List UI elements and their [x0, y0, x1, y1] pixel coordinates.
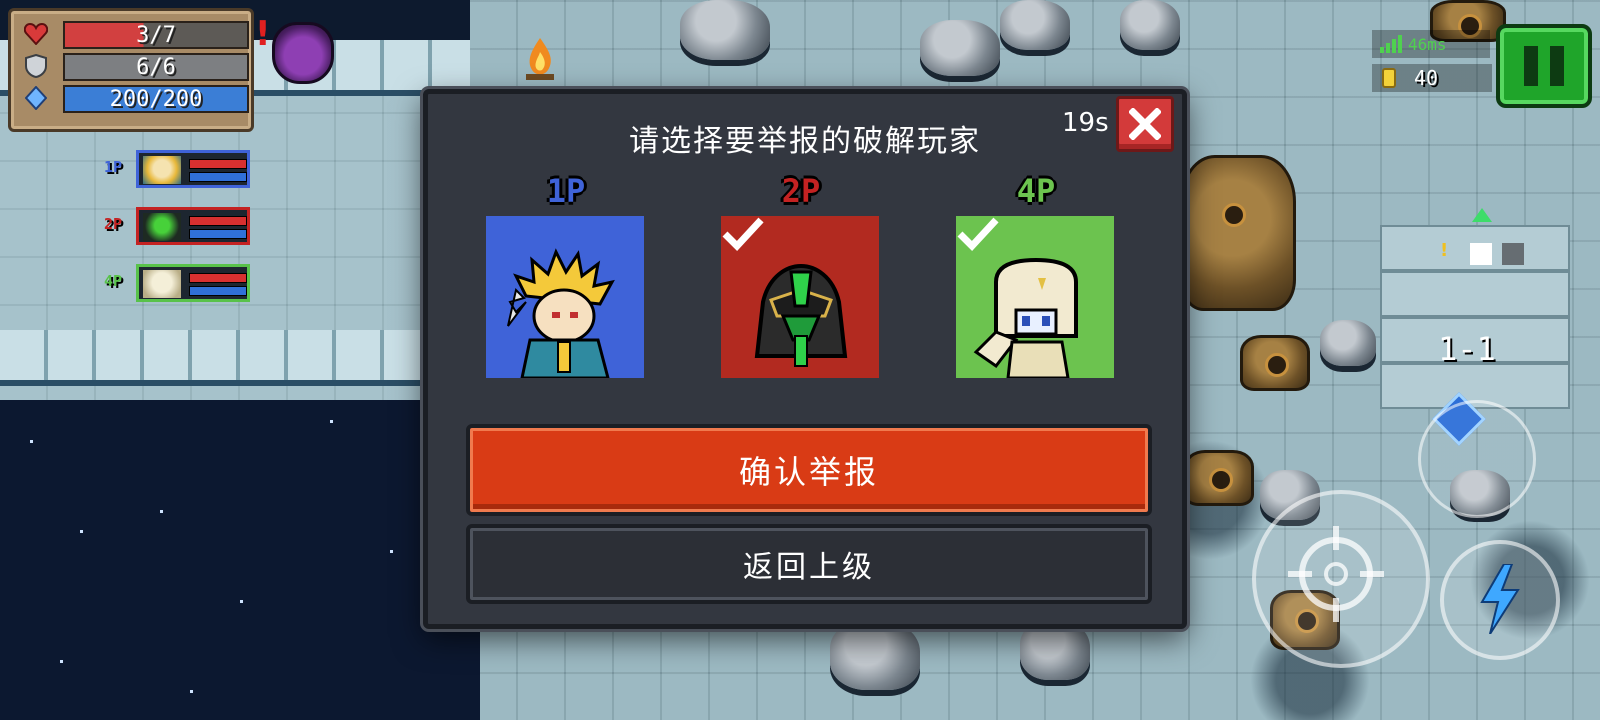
- rock-enemy: [1320, 320, 1376, 366]
- crosshair-icon: [1288, 526, 1384, 622]
- player-tag: 1P: [546, 172, 586, 210]
- player-card[interactable]: [956, 216, 1114, 378]
- check-icon: [957, 217, 999, 252]
- team-health-bar: [189, 216, 247, 226]
- skill-button[interactable]: [1440, 540, 1560, 660]
- space-void: [0, 400, 480, 720]
- rock-enemy: [1020, 620, 1090, 680]
- pause-button[interactable]: [1496, 24, 1592, 108]
- golem-enemy: [1184, 450, 1254, 506]
- team-tag: 1P: [104, 158, 123, 176]
- player-stats-panel: 3/7 6/6 200/200: [8, 8, 254, 132]
- team-tag: 4P: [104, 272, 123, 290]
- coin-counter: 40: [1372, 64, 1492, 92]
- team-tag: 2P: [104, 215, 123, 233]
- rock-enemy: [1120, 0, 1180, 50]
- back-button[interactable]: 返回上级: [466, 524, 1152, 604]
- ping-value: 46ms: [1408, 34, 1447, 54]
- pause-icon: [1524, 46, 1538, 86]
- coin-icon: [1382, 68, 1396, 88]
- team-health-bar: [189, 159, 247, 169]
- close-button[interactable]: [1116, 96, 1174, 152]
- coin-count: 40: [1414, 66, 1439, 90]
- energy-value: 200/200: [63, 85, 249, 113]
- rock-enemy: [920, 20, 1000, 76]
- shield-icon: [23, 53, 49, 79]
- player-card[interactable]: [486, 216, 644, 378]
- golem-enemy: [1180, 155, 1296, 311]
- armor-row: 6/6: [19, 53, 249, 81]
- close-icon: [1129, 108, 1161, 140]
- player-avatar: [143, 213, 181, 241]
- player-card[interactable]: [721, 216, 879, 378]
- rock-enemy: [830, 620, 920, 690]
- health-row: 3/7: [19, 21, 249, 49]
- alert-icon: !: [255, 14, 271, 54]
- team-health-bar: [189, 273, 247, 283]
- campfire-icon: [526, 38, 554, 80]
- energy-row: 200/200: [19, 85, 249, 113]
- confirm-report-button[interactable]: 确认举报: [466, 424, 1152, 516]
- lightning-icon: [1480, 564, 1520, 634]
- team-energy-bar: [189, 229, 247, 239]
- player-option-2p[interactable]: 2P: [721, 172, 881, 382]
- player-option-4p[interactable]: 4P: [956, 172, 1116, 382]
- room-marker: [1502, 243, 1524, 265]
- heart-icon: [23, 21, 49, 47]
- player-option-1p[interactable]: 1P: [486, 172, 646, 382]
- team-member-2p: 2P: [104, 207, 254, 247]
- exit-arrow-icon: [1472, 208, 1492, 222]
- network-status: 46ms: [1372, 30, 1490, 58]
- team-energy-bar: [189, 286, 247, 296]
- check-icon: [722, 217, 764, 252]
- armor-value: 6/6: [63, 53, 249, 81]
- team-energy-bar: [189, 172, 247, 182]
- report-dialog: 请选择要举报的破解玩家 19s 1P 2P 4P 确认举报 返回上级: [423, 89, 1187, 629]
- signal-icon: [1380, 35, 1402, 53]
- team-member-4p: 4P: [104, 264, 254, 304]
- team-member-1p: 1P: [104, 150, 254, 190]
- rock-enemy: [680, 0, 770, 60]
- player-tag: 4P: [1016, 172, 1056, 210]
- warning-icon: !: [1440, 240, 1449, 261]
- current-room-marker: [1470, 243, 1492, 265]
- player-avatar: [143, 156, 181, 184]
- level-indicator: 1-1: [1438, 330, 1496, 368]
- knight-portrait: [507, 248, 615, 378]
- health-value: 3/7: [63, 21, 249, 49]
- player-avatar: [143, 270, 181, 298]
- ice-wall-bottom: [0, 330, 470, 386]
- energy-crystal-icon: [23, 85, 49, 111]
- player-tag: 2P: [781, 172, 821, 210]
- weapon-switch-button[interactable]: [1418, 400, 1536, 518]
- countdown-timer: 19s: [1062, 108, 1109, 138]
- golem-enemy: [1240, 335, 1310, 391]
- attack-button[interactable]: [1252, 490, 1430, 668]
- rock-enemy: [1000, 0, 1070, 50]
- boss-indicator-icon: [272, 22, 334, 84]
